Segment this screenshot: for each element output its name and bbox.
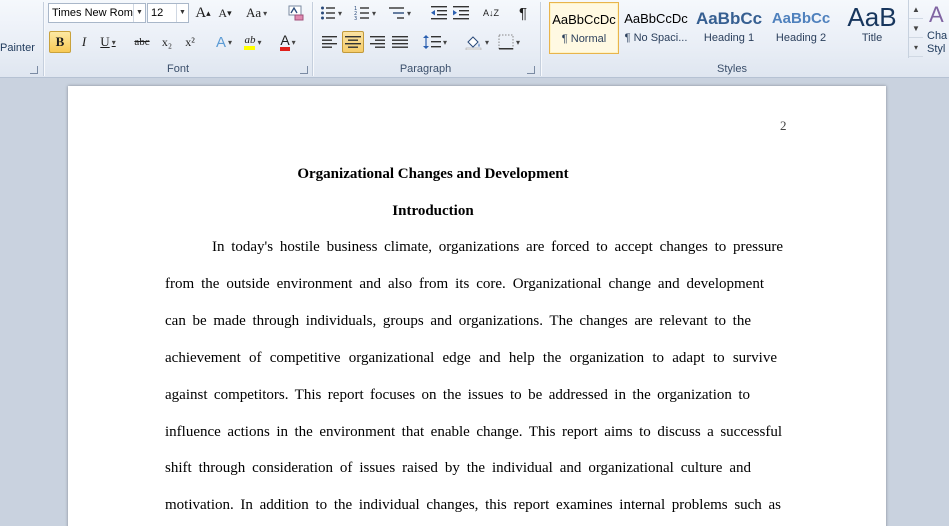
numbering-button[interactable]: 1 2 3	[354, 2, 376, 24]
more-styles-icon[interactable]: ▾	[909, 38, 923, 57]
svg-text:3: 3	[354, 16, 357, 21]
style-normal[interactable]: AaBbCcDc ¶ Normal	[549, 2, 619, 54]
ribbon: Painter Times New Rom ▼ 12 ▼ A▴ A▾ Aa B …	[0, 0, 949, 78]
style-name: Title	[861, 32, 883, 44]
change-styles-icon: A	[929, 2, 944, 27]
change-case-icon: Aa	[246, 5, 262, 20]
change-styles-button[interactable]: A Cha Styl	[927, 0, 949, 60]
borders-button[interactable]	[498, 31, 520, 53]
document-page[interactable]: 2	[68, 86, 886, 526]
font-size-value: 12	[151, 7, 164, 19]
styles-gallery-scroll: ▲ ▼ ▾	[908, 0, 923, 58]
italic-button[interactable]: I	[74, 31, 94, 53]
numbering-icon: 1 2 3	[354, 6, 369, 21]
clipboard-dialog-launcher[interactable]	[30, 66, 38, 74]
align-left-button[interactable]	[320, 31, 340, 53]
style-sample: AaBbCcDc	[624, 11, 688, 26]
grow-arrow-icon: ▴	[206, 7, 211, 18]
increase-indent-icon	[453, 6, 469, 20]
style-sample: AaBbCc	[771, 10, 831, 27]
highlight-button[interactable]: ab	[243, 31, 263, 53]
style-sample: AaB	[847, 2, 897, 32]
underline-button[interactable]: U	[98, 31, 118, 53]
chevron-down-icon[interactable]: ▼	[133, 4, 145, 22]
style-title[interactable]: AaB Title	[837, 2, 907, 54]
show-formatting-button[interactable]: ¶	[513, 2, 533, 24]
paint-bucket-icon	[465, 36, 482, 50]
shrink-font-button[interactable]: A ▾	[215, 2, 235, 24]
bold-button[interactable]: B	[49, 31, 71, 53]
subscript-icon: x₂	[161, 34, 173, 49]
paragraph-dialog-launcher[interactable]	[527, 66, 535, 74]
font-size-combo[interactable]: 12 ▼	[147, 3, 189, 23]
style-no-spacing[interactable]: AaBbCcDc ¶ No Spaci...	[621, 2, 691, 54]
clear-formatting-icon	[288, 5, 304, 21]
italic-icon: I	[81, 34, 87, 49]
styles-group-label: Styles	[717, 63, 747, 75]
style-name: Heading 1	[703, 32, 755, 44]
decrease-indent-button[interactable]	[429, 2, 449, 24]
multilevel-list-icon	[389, 7, 404, 19]
font-name-value: Times New Rom	[52, 7, 133, 19]
font-dialog-launcher[interactable]	[300, 66, 308, 74]
align-right-icon	[370, 36, 385, 48]
line-spacing-icon	[423, 35, 441, 49]
decrease-indent-icon	[431, 6, 447, 20]
style-sample: AaBbCc	[695, 9, 763, 28]
style-name: ¶ Normal	[561, 33, 607, 45]
underline-icon: U	[100, 34, 110, 49]
bold-icon: B	[55, 34, 65, 49]
highlight-icon: ab	[244, 34, 256, 50]
format-painter-button[interactable]: Painter	[0, 42, 35, 54]
multilevel-list-button[interactable]	[389, 2, 411, 24]
change-styles-label-1: Cha	[927, 30, 948, 42]
superscript-button[interactable]: x²	[180, 31, 200, 53]
style-name: ¶ No Spaci...	[624, 32, 688, 44]
align-center-icon	[345, 36, 361, 48]
font-group-label: Font	[166, 63, 189, 75]
change-styles-label-2: Styl	[927, 43, 946, 55]
clear-formatting-button[interactable]	[285, 2, 307, 24]
paragraph-group-label: Paragraph	[399, 63, 452, 75]
scroll-up-icon[interactable]: ▲	[909, 0, 923, 19]
borders-icon	[498, 34, 514, 50]
page-number: 2	[780, 118, 787, 133]
shrink-font-icon: A	[218, 5, 228, 20]
subscript-button[interactable]: x₂	[157, 31, 177, 53]
font-name-combo[interactable]: Times New Rom ▼	[48, 3, 146, 23]
strikethrough-button[interactable]: abc	[132, 31, 152, 53]
style-name: Heading 2	[775, 32, 827, 44]
change-case-button[interactable]: Aa	[246, 2, 267, 24]
sort-icon: A↓Z	[482, 7, 499, 18]
center-button[interactable]	[342, 31, 364, 53]
font-color-icon: A	[280, 33, 290, 51]
text-effects-icon: A	[215, 33, 226, 51]
increase-indent-button[interactable]	[451, 2, 471, 24]
grow-font-button[interactable]: A ▴	[193, 2, 213, 24]
shading-button[interactable]	[465, 31, 489, 53]
justify-button[interactable]	[390, 31, 410, 53]
align-right-button[interactable]	[367, 31, 387, 53]
font-color-button[interactable]: A	[278, 31, 298, 53]
align-left-icon	[322, 36, 337, 48]
line-spacing-button[interactable]	[423, 31, 447, 53]
style-sample: AaBbCcDc	[552, 12, 616, 27]
chevron-down-icon[interactable]: ▼	[176, 4, 188, 22]
grow-font-icon: A	[195, 4, 207, 21]
style-heading-2[interactable]: AaBbCc Heading 2	[766, 2, 836, 54]
sort-button[interactable]: A↓Z	[481, 2, 501, 24]
bullets-icon	[321, 6, 335, 20]
justify-icon	[392, 36, 408, 48]
scroll-down-icon[interactable]: ▼	[909, 19, 923, 38]
document-canvas: 2	[0, 78, 949, 526]
bullets-button[interactable]	[320, 2, 342, 24]
style-heading-1[interactable]: AaBbCc Heading 1	[694, 2, 764, 54]
shrink-arrow-icon: ▾	[227, 7, 232, 18]
superscript-icon: x²	[185, 34, 195, 49]
pilcrow-icon: ¶	[518, 4, 528, 22]
text-effects-button[interactable]: A	[214, 31, 234, 53]
strikethrough-icon: abc	[134, 36, 150, 48]
styles-gallery: AaBbCcDc ¶ Normal AaBbCcDc ¶ No Spaci...…	[547, 0, 907, 60]
